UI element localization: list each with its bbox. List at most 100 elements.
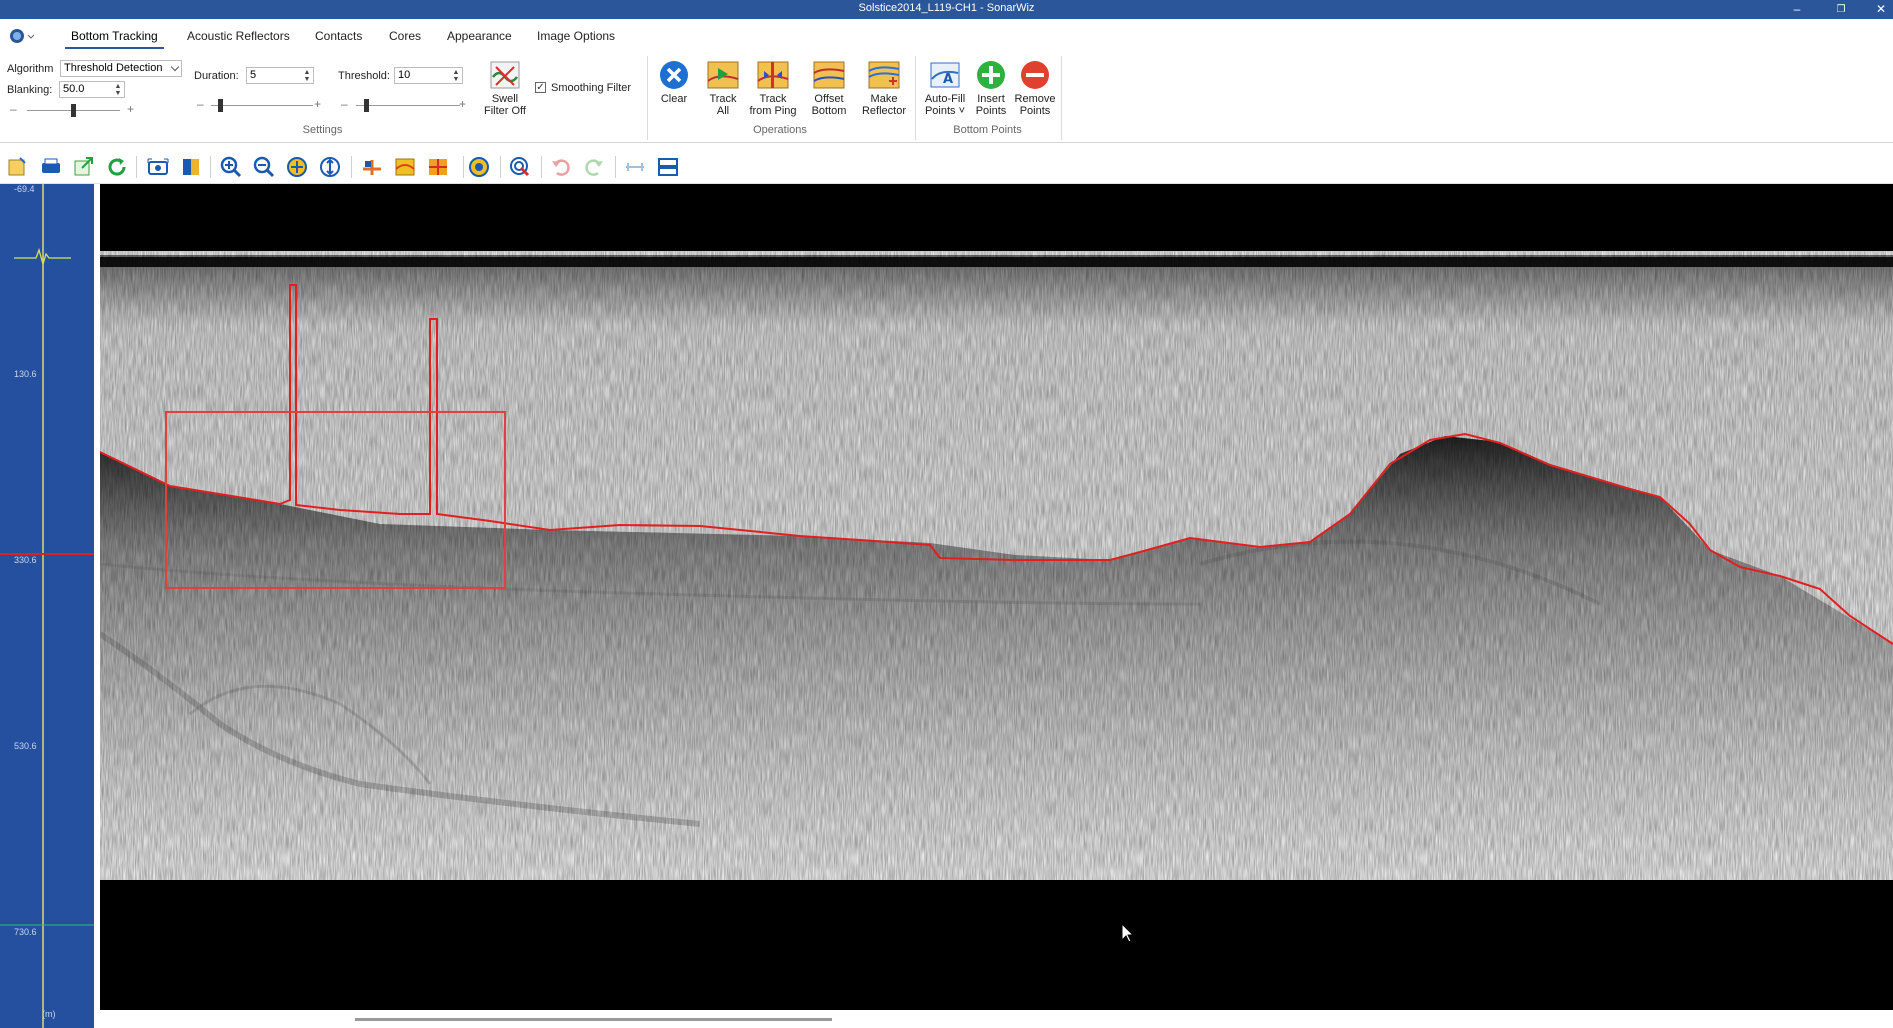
- blanking-minus[interactable]: –: [10, 102, 17, 116]
- offset-bottom-button[interactable]: Offset Bottom: [806, 59, 852, 117]
- make-reflector-button[interactable]: Make Reflector: [858, 59, 910, 117]
- restore-button[interactable]: ❐: [1824, 0, 1858, 19]
- split-view-icon[interactable]: [656, 155, 680, 179]
- tab-appearance[interactable]: Appearance: [447, 29, 512, 43]
- tab-bottom-tracking[interactable]: Bottom Tracking: [65, 29, 164, 49]
- duration-minus[interactable]: –: [197, 97, 204, 111]
- depth-tick: 330.6: [14, 555, 37, 565]
- track-from-ping-icon: [757, 61, 789, 89]
- tab-cores[interactable]: Cores: [389, 29, 421, 43]
- blanking-plus[interactable]: +: [127, 102, 134, 116]
- vertical-zoom-icon[interactable]: [318, 155, 342, 179]
- layers-icon[interactable]: [179, 155, 203, 179]
- track-all-label-1: Track: [709, 93, 737, 105]
- depth-tick: 530.6: [14, 741, 37, 751]
- window-title: Solstice2014_L119-CH1 - SonarWiz: [858, 2, 1035, 14]
- auto-fill-label-1: Auto-Fill: [924, 93, 966, 105]
- duration-label: Duration:: [194, 70, 239, 82]
- swell-filter-icon: [490, 61, 520, 89]
- toolbar-separator: [500, 156, 501, 178]
- toolbar-separator: [615, 156, 616, 178]
- track-from-ping-label-1: Track: [759, 93, 787, 105]
- make-reflector-label-1: Make: [870, 93, 898, 105]
- sonar-image[interactable]: [100, 184, 1893, 1010]
- toolbar-separator: [541, 156, 542, 178]
- tab-image-options[interactable]: Image Options: [537, 29, 615, 43]
- blanking-input[interactable]: 50.0 ▲ ▼: [59, 81, 125, 98]
- clear-button[interactable]: Clear: [652, 59, 696, 105]
- remove-icon: [1021, 61, 1049, 89]
- ribbon-tabs: Bottom Tracking Acoustic Reflectors Cont…: [0, 19, 1893, 52]
- group-separator: [1061, 56, 1062, 140]
- track-all-button[interactable]: Track All: [701, 59, 745, 117]
- spin-down-icon[interactable]: ▼: [114, 90, 122, 97]
- spin-up-icon[interactable]: ▲: [303, 69, 311, 76]
- print-icon[interactable]: [39, 155, 63, 179]
- smoothing-filter-checkbox[interactable]: ✓: [535, 82, 546, 93]
- threshold-value: 10: [398, 69, 411, 81]
- threshold-minus[interactable]: –: [341, 97, 348, 111]
- depth-unit: (m): [42, 1009, 56, 1019]
- group-separator: [915, 56, 916, 140]
- refresh-icon[interactable]: [105, 155, 129, 179]
- depth-tick: 130.6: [14, 369, 37, 379]
- auto-fill-icon: A: [930, 62, 960, 88]
- track-all-label-2: All: [716, 105, 730, 117]
- insert-points-button[interactable]: Insert Points: [970, 59, 1012, 117]
- threshold-input[interactable]: 10 ▲ ▼: [394, 67, 463, 84]
- spin-up-icon[interactable]: ▲: [452, 69, 460, 76]
- spin-down-icon[interactable]: ▼: [303, 76, 311, 83]
- tab-contacts[interactable]: Contacts: [315, 29, 362, 43]
- undo-icon[interactable]: [549, 155, 573, 179]
- insert-label-1: Insert: [977, 93, 1005, 105]
- minimize-button[interactable]: –: [1780, 0, 1814, 19]
- track-from-ping-label-2: from Ping: [749, 105, 797, 117]
- threshold-label: Threshold:: [338, 70, 390, 82]
- duration-plus[interactable]: +: [314, 97, 321, 111]
- open-file-icon[interactable]: [6, 155, 30, 179]
- spin-down-icon[interactable]: ▼: [452, 76, 460, 83]
- auto-fill-points-button[interactable]: A Auto-Fill Points ˅: [918, 59, 972, 117]
- swell-filter-button[interactable]: Swell Filter Off: [477, 59, 533, 117]
- remove-points-button[interactable]: Remove Points: [1012, 59, 1058, 117]
- ribbon: Algorithm Threshold Detection Blanking: …: [0, 52, 1893, 143]
- offset-bottom-icon: [813, 61, 845, 89]
- grid-icon[interactable]: [426, 155, 450, 179]
- algorithm-label: Algorithm: [7, 63, 54, 75]
- make-reflector-label-2: Reflector: [861, 105, 907, 117]
- app-menu-icon[interactable]: [8, 27, 36, 45]
- ping-select-icon[interactable]: [508, 155, 532, 179]
- color-palette-icon[interactable]: [393, 155, 417, 179]
- depth-tick: -69.4: [14, 184, 35, 194]
- tab-acoustic-reflectors[interactable]: Acoustic Reflectors: [187, 29, 290, 43]
- algorithm-select[interactable]: Threshold Detection: [60, 60, 182, 77]
- threshold-slider-track[interactable]: [356, 105, 460, 106]
- target-icon[interactable]: [467, 155, 491, 179]
- duration-slider-thumb[interactable]: [218, 99, 223, 112]
- toolbar-separator: [210, 156, 211, 178]
- horizontal-line-icon[interactable]: [623, 155, 647, 179]
- sonar-profile-view[interactable]: [100, 184, 1893, 1010]
- track-from-ping-button[interactable]: Track from Ping: [744, 59, 802, 117]
- duration-input[interactable]: 5 ▲ ▼: [246, 67, 314, 84]
- zoom-in-icon[interactable]: [219, 155, 243, 179]
- horizontal-scrollbar[interactable]: [100, 1010, 1893, 1028]
- chevron-down-icon: [170, 62, 180, 72]
- smoothing-filter-label: Smoothing Filter: [551, 82, 632, 94]
- group-separator: [647, 56, 648, 140]
- spin-up-icon[interactable]: ▲: [114, 83, 122, 90]
- duration-value: 5: [250, 69, 257, 81]
- redo-icon[interactable]: [582, 155, 606, 179]
- scrollbar-thumb[interactable]: [355, 1018, 832, 1021]
- close-button[interactable]: ✕: [1864, 0, 1893, 19]
- threshold-plus[interactable]: +: [459, 97, 466, 111]
- screenshot-icon[interactable]: [146, 155, 170, 179]
- toolbar: [0, 150, 1893, 184]
- duration-slider-track[interactable]: [211, 105, 313, 106]
- pan-icon[interactable]: [360, 155, 384, 179]
- zoom-fit-icon[interactable]: [285, 155, 309, 179]
- threshold-slider-thumb[interactable]: [364, 99, 369, 112]
- export-icon[interactable]: [72, 155, 96, 179]
- zoom-out-icon[interactable]: [252, 155, 276, 179]
- blanking-slider-thumb[interactable]: [71, 104, 76, 117]
